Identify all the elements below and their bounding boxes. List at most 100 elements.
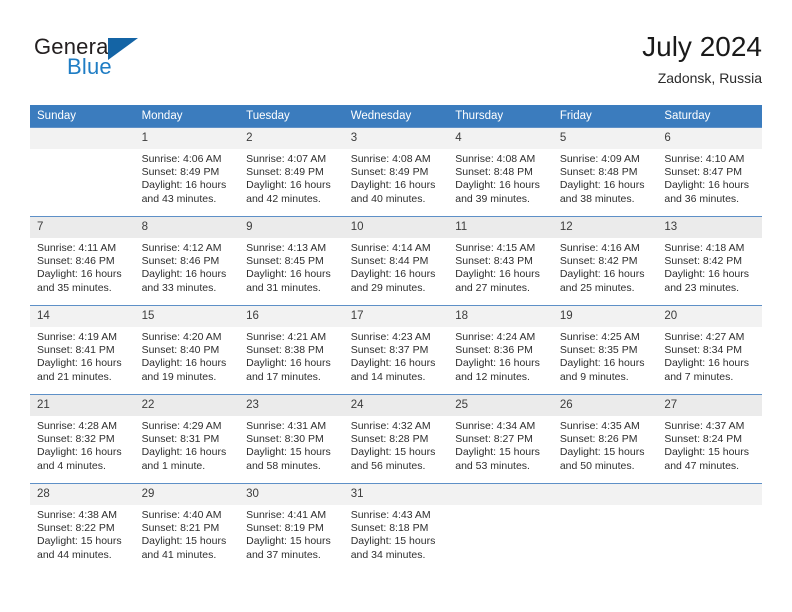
daylight-text-line1: Daylight: 15 hours — [559, 446, 645, 459]
daylight-text-line1: Daylight: 16 hours — [246, 268, 331, 281]
sunset-text: Sunset: 8:24 PM — [664, 433, 743, 446]
sunset-text: Sunset: 8:34 PM — [664, 344, 743, 357]
calendar-day-cell[interactable]: 27 Sunrise: 4:37 AM Sunset: 8:24 PM Dayligh… — [657, 394, 762, 483]
calendar-day-cell[interactable]: 18 Sunrise: 4:24 AM Sunset: 8:36 PM Dayligh… — [448, 305, 553, 394]
sunset-text: Sunset: 8:46 PM — [141, 255, 220, 268]
calendar-day-cell[interactable]: 26 Sunrise: 4:35 AM Sunset: 8:26 PM Dayligh… — [552, 394, 658, 483]
calendar-day-cell[interactable]: 14 Sunrise: 4:19 AM Sunset: 8:41 PM Dayligh… — [30, 305, 135, 394]
calendar-day-cell[interactable]: 22 Sunrise: 4:29 AM Sunset: 8:31 PM Dayligh… — [134, 394, 240, 483]
sunrise-text: Sunrise: 4:34 AM — [455, 420, 536, 432]
weekday-header-thursday: Thursday — [448, 105, 553, 127]
sunrise-text: Sunrise: 4:10 AM — [664, 153, 745, 165]
day-details: Sunrise: 4:11 AM Sunset: 8:46 PM Daylight:… — [30, 238, 135, 295]
daylight-text-line2: and 56 minutes. — [350, 459, 426, 472]
calendar-day-cell[interactable]: 13 Sunrise: 4:18 AM Sunset: 8:42 PM Dayligh… — [657, 216, 762, 305]
sunset-text: Sunset: 8:31 PM — [141, 433, 220, 446]
sunset-text: Sunset: 8:40 PM — [141, 344, 220, 357]
calendar-day-cell[interactable]: 25 Sunrise: 4:34 AM Sunset: 8:27 PM Dayligh… — [448, 394, 553, 483]
daylight-text-line1: Daylight: 16 hours — [350, 268, 436, 281]
daylight-text-line2: and 17 minutes. — [246, 370, 321, 383]
calendar-day-cell[interactable]: 1 Sunrise: 4:06 AM Sunset: 8:49 PM Daylight… — [134, 127, 240, 216]
daylight-text-line2: and 38 minutes. — [559, 192, 635, 205]
daylight-text-line1: Daylight: 16 hours — [455, 357, 540, 370]
day-details: Sunrise: 4:35 AM Sunset: 8:26 PM Daylight:… — [553, 416, 658, 473]
weekday-header-tuesday: Tuesday — [239, 105, 344, 127]
calendar-day-cell[interactable]: 15 Sunrise: 4:20 AM Sunset: 8:40 PM Dayligh… — [134, 305, 240, 394]
calendar-day-cell[interactable]: 24 Sunrise: 4:32 AM Sunset: 8:28 PM Dayligh… — [343, 394, 449, 483]
day-number: 22 — [134, 395, 240, 416]
sunset-text: Sunset: 8:41 PM — [37, 344, 115, 357]
sunset-text: Sunset: 8:42 PM — [559, 255, 638, 268]
daylight-text-line1: Daylight: 16 hours — [141, 268, 227, 281]
calendar-day-cell[interactable]: 16 Sunrise: 4:21 AM Sunset: 8:38 PM Dayligh… — [239, 305, 344, 394]
calendar-day-cell[interactable]: 19 Sunrise: 4:25 AM Sunset: 8:35 PM Dayligh… — [552, 305, 658, 394]
calendar-day-cell[interactable]: 7 Sunrise: 4:11 AM Sunset: 8:46 PM Daylight… — [30, 216, 135, 305]
sunrise-text: Sunrise: 4:08 AM — [455, 153, 536, 165]
sunrise-text: Sunrise: 4:08 AM — [350, 153, 431, 165]
sunset-text: Sunset: 8:26 PM — [559, 433, 638, 446]
day-details: Sunrise: 4:10 AM Sunset: 8:47 PM Daylight:… — [657, 149, 762, 206]
daylight-text-line1: Daylight: 16 hours — [559, 268, 645, 281]
sunrise-text: Sunrise: 4:14 AM — [350, 242, 431, 254]
sunrise-text: Sunrise: 4:27 AM — [664, 331, 745, 343]
day-number: 28 — [30, 484, 135, 505]
day-details: Sunrise: 4:28 AM Sunset: 8:32 PM Daylight:… — [30, 416, 135, 473]
calendar-day-cell[interactable]: 8 Sunrise: 4:12 AM Sunset: 8:46 PM Daylight… — [134, 216, 240, 305]
weekday-header-wednesday: Wednesday — [343, 105, 449, 127]
calendar-day-cell[interactable]: 30 Sunrise: 4:41 AM Sunset: 8:19 PM Dayligh… — [239, 483, 344, 572]
day-number: 17 — [343, 306, 449, 327]
sunrise-text: Sunrise: 4:11 AM — [37, 242, 117, 254]
day-number: 1 — [134, 128, 240, 149]
daylight-text-line1: Daylight: 16 hours — [141, 446, 227, 459]
day-details: Sunrise: 4:31 AM Sunset: 8:30 PM Daylight:… — [239, 416, 344, 473]
daylight-text-line1: Daylight: 16 hours — [559, 357, 645, 370]
calendar-day-cell[interactable]: 29 Sunrise: 4:40 AM Sunset: 8:21 PM Dayligh… — [134, 483, 240, 572]
brand-logo[interactable]: General Blue — [34, 34, 254, 90]
sunrise-text: Sunrise: 4:38 AM — [37, 509, 117, 521]
calendar-day-cell[interactable]: 6 Sunrise: 4:10 AM Sunset: 8:47 PM Daylight… — [657, 127, 762, 216]
day-number: 3 — [343, 128, 449, 149]
day-details: Sunrise: 4:21 AM Sunset: 8:38 PM Daylight:… — [239, 327, 344, 384]
daylight-text-line2: and 29 minutes. — [350, 281, 426, 294]
calendar-day-cell[interactable]: 10 Sunrise: 4:14 AM Sunset: 8:44 PM Dayligh… — [343, 216, 449, 305]
calendar-day-cell[interactable]: 23 Sunrise: 4:31 AM Sunset: 8:30 PM Dayligh… — [239, 394, 344, 483]
calendar-week-row: 21 Sunrise: 4:28 AM Sunset: 8:32 PM Dayligh… — [30, 394, 762, 483]
calendar-day-cell[interactable]: 11 Sunrise: 4:15 AM Sunset: 8:43 PM Dayligh… — [448, 216, 553, 305]
daylight-text-line2: and 43 minutes. — [141, 192, 217, 205]
sunrise-text: Sunrise: 4:21 AM — [246, 331, 327, 343]
day-number: 31 — [343, 484, 449, 505]
calendar-day-cell[interactable]: 4 Sunrise: 4:08 AM Sunset: 8:48 PM Daylight… — [448, 127, 553, 216]
day-details: Sunrise: 4:18 AM Sunset: 8:42 PM Daylight:… — [657, 238, 762, 295]
day-number: 19 — [552, 306, 658, 327]
title-block: July 2024 Zadonsk, Russia — [642, 30, 762, 88]
day-details: Sunrise: 4:08 AM Sunset: 8:49 PM Daylight:… — [344, 149, 449, 206]
daylight-text-line2: and 12 minutes. — [455, 370, 530, 383]
day-number — [657, 484, 762, 505]
daylight-text-line2: and 34 minutes. — [350, 548, 426, 561]
calendar-day-cell[interactable]: 9 Sunrise: 4:13 AM Sunset: 8:45 PM Daylight… — [239, 216, 344, 305]
calendar-day-cell[interactable]: 21 Sunrise: 4:28 AM Sunset: 8:32 PM Dayligh… — [30, 394, 135, 483]
calendar-day-cell[interactable]: 3 Sunrise: 4:08 AM Sunset: 8:49 PM Daylight… — [343, 127, 449, 216]
sunset-text: Sunset: 8:35 PM — [559, 344, 638, 357]
calendar-day-cell[interactable]: 2 Sunrise: 4:07 AM Sunset: 8:49 PM Daylight… — [239, 127, 344, 216]
daylight-text-line2: and 31 minutes. — [246, 281, 321, 294]
daylight-text-line1: Daylight: 16 hours — [141, 179, 227, 192]
day-number: 18 — [448, 306, 553, 327]
sunset-text: Sunset: 8:32 PM — [37, 433, 115, 446]
calendar-day-cell — [552, 483, 658, 572]
calendar-day-cell[interactable]: 20 Sunrise: 4:27 AM Sunset: 8:34 PM Dayligh… — [657, 305, 762, 394]
calendar-day-cell[interactable]: 31 Sunrise: 4:43 AM Sunset: 8:18 PM Dayligh… — [343, 483, 449, 572]
daylight-text-line2: and 4 minutes. — [37, 459, 106, 472]
sunrise-text: Sunrise: 4:25 AM — [559, 331, 640, 343]
daylight-text-line2: and 44 minutes. — [37, 548, 112, 561]
day-details: Sunrise: 4:16 AM Sunset: 8:42 PM Daylight:… — [553, 238, 658, 295]
daylight-text-line1: Daylight: 16 hours — [664, 268, 750, 281]
calendar-day-cell[interactable]: 17 Sunrise: 4:23 AM Sunset: 8:37 PM Dayligh… — [343, 305, 449, 394]
day-number: 4 — [448, 128, 553, 149]
day-details: Sunrise: 4:12 AM Sunset: 8:46 PM Daylight:… — [135, 238, 240, 295]
day-number: 24 — [343, 395, 449, 416]
daylight-text-line1: Daylight: 15 hours — [350, 535, 436, 548]
calendar-day-cell[interactable]: 28 Sunrise: 4:38 AM Sunset: 8:22 PM Dayligh… — [30, 483, 135, 572]
calendar-day-cell[interactable]: 12 Sunrise: 4:16 AM Sunset: 8:42 PM Dayligh… — [552, 216, 658, 305]
calendar-day-cell[interactable]: 5 Sunrise: 4:09 AM Sunset: 8:48 PM Daylight… — [552, 127, 658, 216]
